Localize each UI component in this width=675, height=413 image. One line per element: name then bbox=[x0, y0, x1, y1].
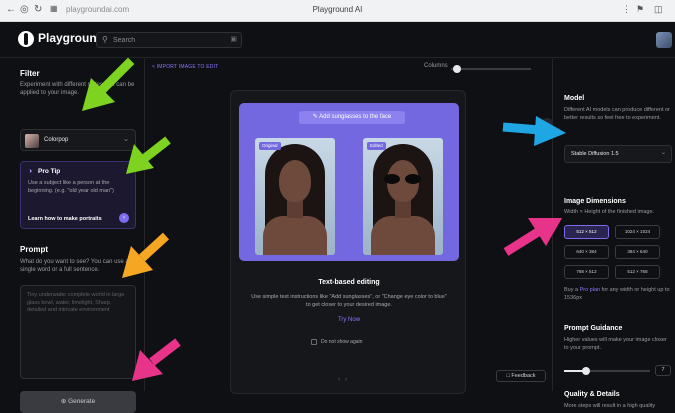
generate-label: Generate bbox=[68, 398, 96, 405]
arrow-blue-model bbox=[502, 116, 566, 146]
quality-title: Quality & Details bbox=[564, 391, 620, 398]
arrow-green-protip bbox=[126, 136, 171, 174]
annotation-arrows bbox=[82, 57, 566, 381]
arrow-pink-generate bbox=[132, 338, 181, 381]
generate-button[interactable]: ⊕ Generate bbox=[20, 391, 136, 413]
generate-icon: ⊕ bbox=[60, 398, 67, 405]
arrow-orange-prompt bbox=[122, 232, 170, 278]
quality-description: More steps will result in a high quality bbox=[564, 403, 656, 409]
arrow-pink-dimensions bbox=[503, 218, 562, 256]
arrow-green-filter bbox=[82, 57, 135, 111]
